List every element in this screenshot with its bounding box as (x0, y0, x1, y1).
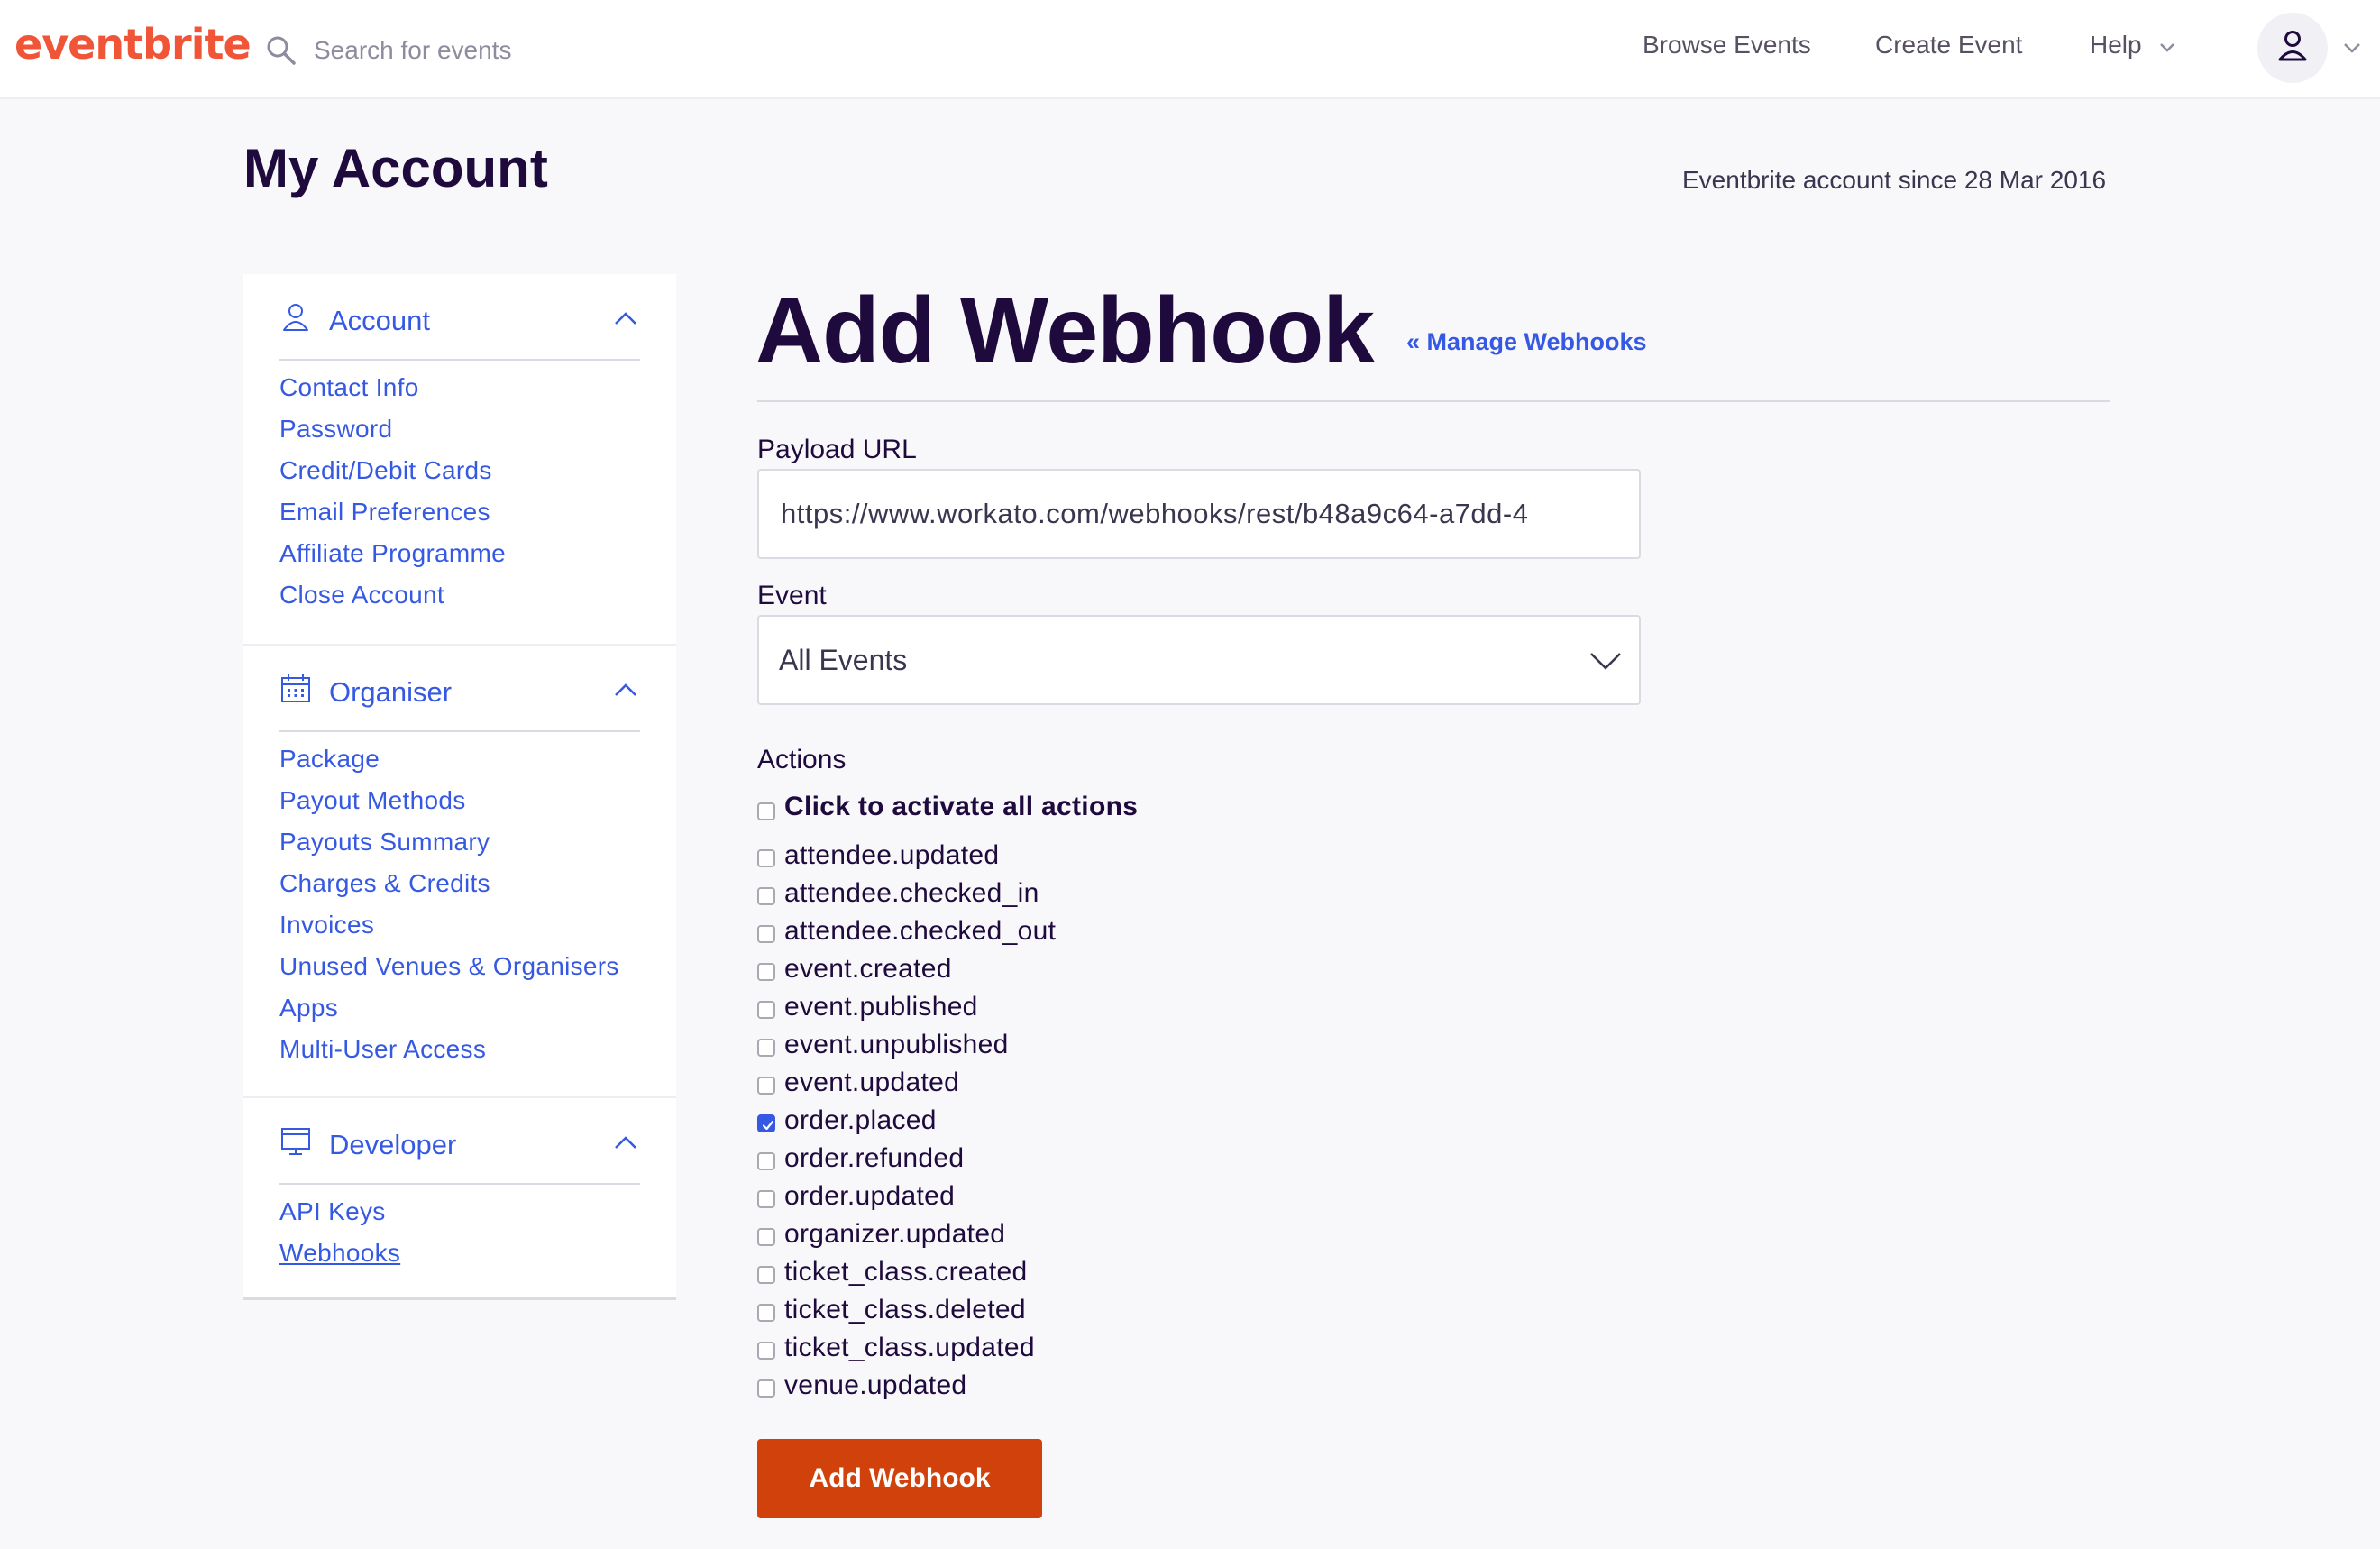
action-label[interactable]: organizer.updated (784, 1219, 1005, 1250)
sidebar-links-developer: API Keys Webhooks (279, 1197, 400, 1280)
action-checkbox[interactable] (757, 1001, 775, 1019)
payload-url-field[interactable] (757, 469, 1641, 559)
chevron-down-icon[interactable] (2158, 41, 2176, 54)
action-label[interactable]: attendee.checked_out (784, 916, 1056, 947)
sidebar: Account Contact Info Password Credit/Deb… (243, 274, 676, 1300)
sidebar-links-organiser: Package Payout Methods Payouts Summary C… (279, 745, 619, 1077)
create-event-link[interactable]: Create Event (1875, 31, 2022, 60)
sidebar-header-developer[interactable]: Developer (279, 1120, 640, 1185)
manage-webhooks-link[interactable]: « Manage Webhooks (1406, 328, 1647, 356)
action-label[interactable]: ticket_class.deleted (784, 1295, 1026, 1325)
sidebar-title-account: Account (329, 305, 431, 336)
sidebar-item-charges-credits[interactable]: Charges & Credits (279, 869, 619, 911)
sidebar-title-developer: Developer (329, 1129, 457, 1160)
chevron-up-icon[interactable] (613, 310, 638, 326)
add-webhook-button[interactable]: Add Webhook (757, 1439, 1042, 1518)
sidebar-links-account: Contact Info Password Credit/Debit Cards… (279, 373, 506, 622)
action-checkbox[interactable] (757, 1266, 775, 1284)
action-checkbox[interactable] (757, 1190, 775, 1208)
monitor-icon (281, 1128, 310, 1155)
action-checkbox[interactable] (757, 1152, 775, 1170)
activate-all-checkbox[interactable] (757, 802, 775, 820)
top-nav: eventbrite Browse Events Create Event He… (0, 0, 2380, 99)
action-checkbox[interactable] (757, 925, 775, 943)
action-checkbox[interactable] (757, 1114, 775, 1132)
sidebar-item-invoices[interactable]: Invoices (279, 911, 619, 952)
sidebar-item-apps[interactable]: Apps (279, 994, 619, 1035)
sidebar-title-organiser: Organiser (329, 676, 453, 708)
event-select-value: All Events (779, 644, 908, 676)
action-label[interactable]: attendee.updated (784, 840, 999, 871)
sidebar-item-webhooks[interactable]: Webhooks (279, 1239, 400, 1280)
search-icon (267, 36, 296, 65)
payload-url-label: Payload URL (757, 435, 917, 464)
sidebar-item-payouts-summary[interactable]: Payouts Summary (279, 828, 619, 869)
action-label[interactable]: order.placed (784, 1105, 937, 1136)
action-label[interactable]: order.refunded (784, 1143, 964, 1174)
action-label[interactable]: event.unpublished (784, 1030, 1009, 1060)
sidebar-item-email-preferences[interactable]: Email Preferences (279, 498, 506, 539)
action-label[interactable]: event.published (784, 992, 978, 1022)
chevron-down-icon (1590, 653, 1621, 670)
eventbrite-logo[interactable]: eventbrite (14, 20, 252, 69)
action-label[interactable]: attendee.checked_in (784, 878, 1039, 909)
chevron-up-icon[interactable] (613, 682, 638, 698)
action-checkbox[interactable] (757, 849, 775, 867)
action-checkbox[interactable] (757, 1342, 775, 1360)
action-label[interactable]: venue.updated (784, 1370, 966, 1401)
sidebar-section-developer: Developer API Keys Webhooks (243, 1096, 676, 1267)
sidebar-item-affiliate-programme[interactable]: Affiliate Programme (279, 539, 506, 581)
sidebar-section-organiser: Organiser Package Payout Methods Payouts… (243, 644, 676, 1063)
activate-all-label[interactable]: Click to activate all actions (784, 792, 1138, 822)
action-checkbox[interactable] (757, 1228, 775, 1246)
action-checkbox[interactable] (757, 887, 775, 905)
action-label[interactable]: order.updated (784, 1181, 955, 1212)
action-label[interactable]: event.updated (784, 1068, 959, 1098)
action-label[interactable]: ticket_class.updated (784, 1333, 1035, 1363)
sidebar-item-api-keys[interactable]: API Keys (279, 1197, 400, 1239)
page-title: My Account (243, 138, 548, 198)
calendar-icon (281, 674, 310, 702)
sidebar-item-payout-methods[interactable]: Payout Methods (279, 786, 619, 828)
sidebar-item-close-account[interactable]: Close Account (279, 581, 506, 622)
event-label: Event (757, 581, 827, 610)
sidebar-header-organiser[interactable]: Organiser (279, 667, 640, 732)
action-label[interactable]: event.created (784, 954, 952, 985)
action-checkbox[interactable] (757, 1077, 775, 1095)
sidebar-item-unused-venues-organisers[interactable]: Unused Venues & Organisers (279, 952, 619, 994)
checkmark-icon (762, 1120, 774, 1131)
divider (757, 400, 2110, 402)
sidebar-item-password[interactable]: Password (279, 415, 506, 456)
browse-events-link[interactable]: Browse Events (1643, 31, 1811, 60)
sidebar-item-package[interactable]: Package (279, 745, 619, 786)
search-input[interactable] (312, 27, 820, 74)
action-checkbox[interactable] (757, 1039, 775, 1057)
user-icon (283, 304, 308, 331)
actions-label: Actions (757, 745, 847, 774)
help-menu[interactable]: Help (2090, 31, 2142, 60)
action-checkbox[interactable] (757, 1379, 775, 1398)
chevron-up-icon[interactable] (613, 1134, 638, 1150)
sidebar-item-contact-info[interactable]: Contact Info (279, 373, 506, 415)
action-label[interactable]: ticket_class.created (784, 1257, 1027, 1288)
event-select[interactable]: All Events (757, 615, 1641, 705)
user-icon (2278, 31, 2307, 61)
chevron-down-icon[interactable] (2342, 41, 2362, 54)
add-webhook-title: Add Webhook (755, 279, 1375, 383)
action-checkbox[interactable] (757, 1304, 775, 1322)
sidebar-item-multi-user-access[interactable]: Multi-User Access (279, 1035, 619, 1077)
sidebar-header-account[interactable]: Account (279, 296, 640, 361)
account-since-text: Eventbrite account since 28 Mar 2016 (1682, 166, 2107, 194)
sidebar-item-credit-debit-cards[interactable]: Credit/Debit Cards (279, 456, 506, 498)
avatar[interactable] (2257, 13, 2328, 83)
action-checkbox[interactable] (757, 963, 775, 981)
